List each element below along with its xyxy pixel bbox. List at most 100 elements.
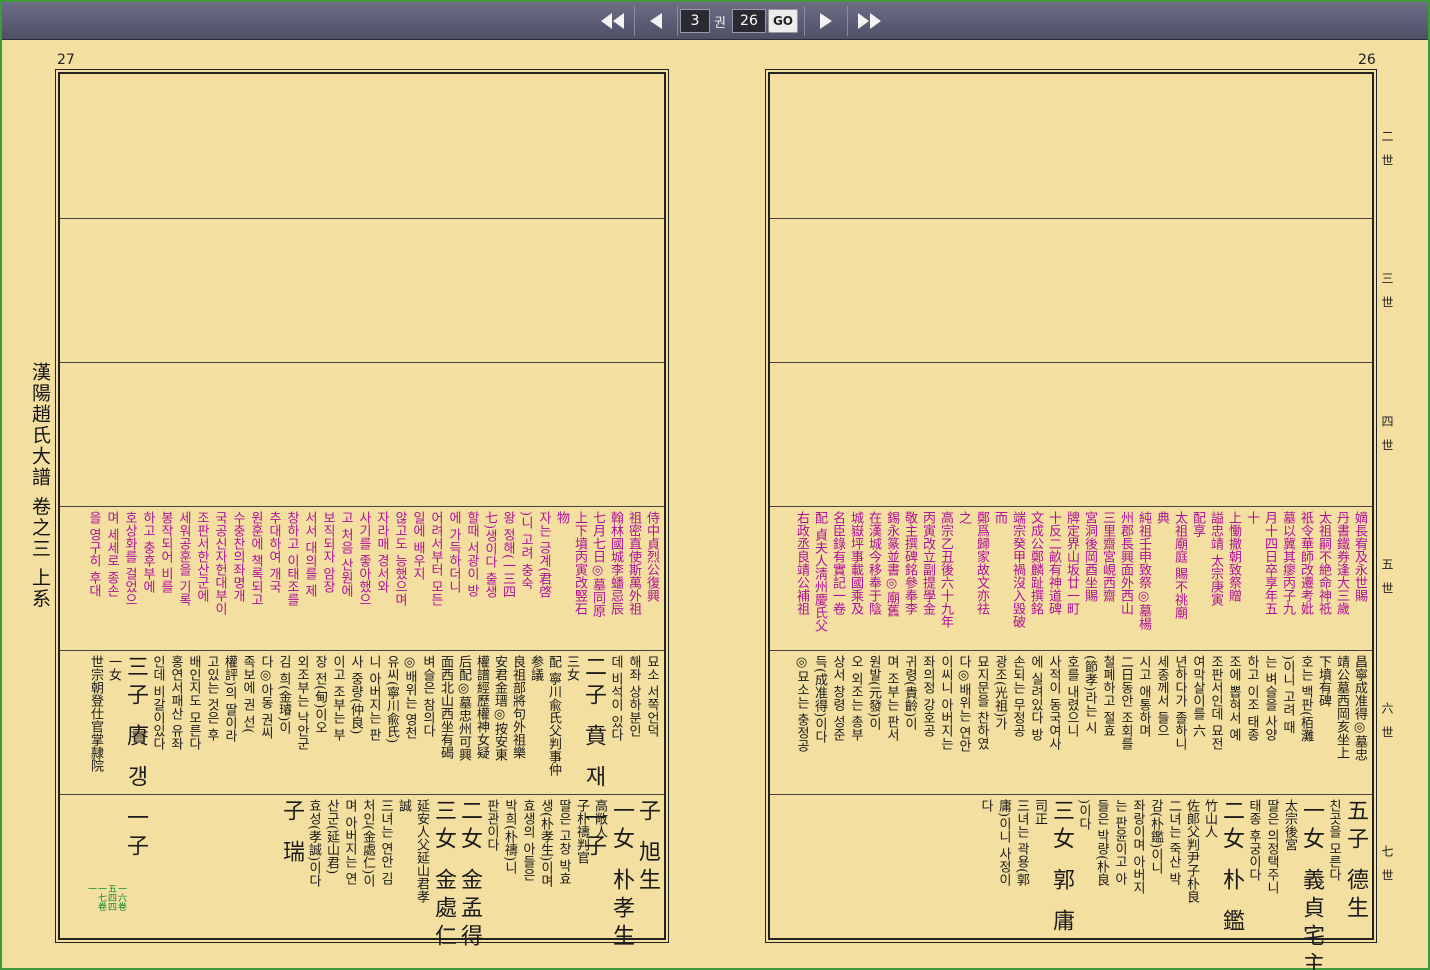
double-chevron-left-icon (601, 13, 624, 29)
right-genealogy-panel: 嫡長宥及永世賜 丹書鐵券逢大三歲 太祖嗣不絶命神祗 祇令華師改遷考妣 墓以冀其瘳丙子九月… (765, 69, 1377, 970)
left-gen6-column: 김 희(金璿)이 (276, 655, 291, 735)
right-gen5-column: 太祖嗣不絶命神祗 (1316, 511, 1331, 615)
right-gen6-column: 昌寧成准得◎墓忠 (1352, 655, 1367, 761)
right-gen5-column: 在漢城今移奉于陰 (866, 511, 881, 615)
right-gen5-column: 謚忠靖 太宗庚寅 (1208, 511, 1223, 607)
right-gen6-column: 득(成准得)이다 (812, 655, 827, 744)
right-gen5-column: 牌定界山坂廿一町 (1064, 511, 1079, 615)
left-gen6-column: 世宗朝登仕官掌隷院 (88, 655, 103, 772)
right-gen7-column: 三녀는 곽용(郭 (1014, 799, 1029, 887)
left-gen5-column: 않고도 능했으며 (392, 511, 407, 607)
right-gen5-column: 錫永篆並書◎廟舊 (884, 511, 899, 617)
left-gen7-column: 子 旭生 (635, 799, 660, 896)
left-gen5-column: 원훈에 책록되고 (248, 511, 263, 607)
right-gen6-text: 昌寧成准得◎墓忠 靖公墓西岡亥坐上 下墳有碑 호는 백판(栢灘)이니 고려 때는 벼슬… (774, 655, 1368, 790)
left-gen5-column: 추대하여 개국 (266, 511, 281, 594)
left-gen6-column: 權評)의 딸이라 (222, 655, 237, 743)
right-gen6-column: 광조(光祖)가 (992, 655, 1007, 731)
left-gen7-column: 高敞人 (592, 799, 607, 838)
right-gen5-column: 文成公鄭麟趾撰銘 (1028, 511, 1043, 615)
left-gen5-column: 자는 긍계(君啓 (536, 511, 551, 599)
right-gen6-column: 에 실려있다 방 (1028, 655, 1043, 742)
left-page-number: 27 (57, 52, 75, 68)
row-gen7: 子 旭生 一女 朴孝生 高敞人 子朴禱判官 딸은 고창 박효 생(朴孝生)이며 효생의 아들… (60, 795, 664, 952)
left-gen5-column: 봉작되어 비를 (158, 511, 173, 594)
right-gen6-column: 며 조부는 판서 (884, 655, 899, 742)
right-gen7-column: 一女 義貞宅主 (1299, 799, 1324, 970)
left-gen7-column: 판관이다 (484, 799, 499, 851)
left-gen6-column: 一女 (106, 655, 121, 681)
left-gen6-column: 三子 賡 갱 一子 (123, 655, 148, 862)
go-button[interactable]: GO (767, 9, 798, 33)
left-gen6-column: 데 비석이 있다 (608, 655, 623, 742)
volume-tag-column: 一六卷 (116, 884, 126, 911)
left-gen5-column: 하고 충후부에 (140, 511, 155, 594)
separator (677, 6, 678, 36)
left-gen6-column: 良祖部將句外祖樂 (510, 655, 525, 759)
right-gen5-column: 名臣錄有實記一卷 (830, 511, 845, 615)
right-gen7-column: 二女 朴 鑑 (1219, 799, 1244, 937)
left-gen5-column: 서서 대의를 제 (302, 511, 317, 598)
chevron-right-icon (819, 13, 832, 29)
right-gen5-column: 宮洞後岡酉坐賜 (1082, 511, 1097, 602)
right-gen5-column: 州郡長興面外西山 (1118, 511, 1133, 615)
left-gen7-column: 산군(延山君) (324, 799, 339, 875)
row-gen3 (60, 219, 664, 363)
right-gen7-column: 좌랑이며 아버지 (1130, 799, 1145, 895)
left-genealogy-panel: 侍中貞烈公復興 祖密直使斯萬外祖 翰林國城李蟠忌辰 七月七日◎墓同原 上下墳丙寅改竪石物… (55, 69, 669, 952)
left-gen5-column: 物 (554, 511, 569, 524)
left-gen7-column: 박희(朴禱)니 (502, 799, 517, 875)
volume-input[interactable]: 3 (680, 9, 710, 33)
gen-label-2: 二 世 (1380, 130, 1394, 170)
left-gen7-column: 생(朴孝生)이며 (538, 799, 553, 888)
left-gen7-column: 효성(孝誠)이다 (306, 799, 321, 888)
right-gen5-column: 高宗乙丑後六十九年 (938, 511, 953, 628)
first-page-button[interactable] (594, 5, 632, 37)
right-gen6-column: 시고 애통하며 (1136, 655, 1151, 738)
prev-page-button[interactable] (637, 5, 675, 37)
left-gen5-column: 侍中貞烈公復興 (644, 511, 659, 602)
left-gen5-column: 수충찬의좌명개 (230, 511, 245, 602)
page-number-input[interactable]: 26 (731, 9, 766, 33)
right-gen5-column: 祇令華師改遷考妣 (1298, 511, 1313, 615)
left-gen6-column: 해좌 상하분인 (626, 655, 641, 738)
left-gen5-column: 사기를 좋아했으 (356, 511, 371, 607)
right-gen7-column: 딸은 의정택주니 (1264, 799, 1279, 895)
right-gen6-column: 下墳有碑 (1316, 655, 1331, 707)
right-gen6-column: 귀령(貴齡)이 (902, 655, 917, 731)
right-gen6-column: 다◎배위는 연안 (956, 655, 971, 753)
right-gen5-column: 敬主撰碑銘參奉李 (902, 511, 917, 615)
left-gen6-column: 이고 조부는 부 (330, 655, 345, 742)
left-gen7-volume-tags: 一六卷 五四四 一七卷一 (86, 884, 126, 934)
volume-tag-column: 五四四 (106, 884, 116, 911)
left-gen6-column: 三女 (564, 655, 579, 681)
left-gen6-column: ◎배위는 영천 (402, 655, 417, 740)
right-gen6-column: 손되는 무정공 (1010, 655, 1025, 738)
right-gen5-column: 城嶽坪事載國乘及 (848, 511, 863, 615)
right-gen6-column: 철폐하고 절효 (1100, 655, 1115, 738)
left-gen5-column: 호상화를 걸었으 (122, 511, 137, 607)
left-gen6-column: 외조부는 낙안군 (294, 655, 309, 751)
left-gen5-column: 일에 배우지 (410, 511, 425, 581)
left-gen6-column: 后配◎墓忠州可興 (456, 655, 471, 761)
left-gen7-column: 一女 朴孝生 (609, 799, 634, 952)
row-gen2 (60, 74, 664, 219)
row-gen3 (770, 219, 1372, 363)
left-gen5-column: 왕 정해(一三四 (500, 511, 515, 599)
right-gen5-column: 純祖壬申致祭◎墓楊 (1136, 511, 1151, 630)
right-gen5-column: 右政丞良靖公補祖 (794, 511, 809, 615)
right-gen7-column: 竹山人 (1202, 799, 1217, 838)
left-gen6-column: 인데 비갈이있다 (150, 655, 165, 751)
right-gen7-column: 二녀는 죽산 박 (1166, 799, 1181, 886)
right-gen6-column: 오 외조는 총부 (848, 655, 863, 742)
left-gen5-column: )니 고려 충숙 (518, 511, 533, 590)
left-gen7-column: 子 瑞 (279, 799, 304, 868)
left-gen5-column: 上下墳丙寅改竪石 (572, 511, 587, 615)
next-page-button[interactable] (807, 5, 845, 37)
left-gen6-column: 安君金瑨◎按安東 (492, 655, 507, 761)
last-page-button[interactable] (850, 5, 888, 37)
left-gen5-column: 국공신자헌대부이 (212, 511, 227, 615)
right-gen7-column: 다 (978, 799, 993, 812)
right-gen5-column: 月十四日卒享年五 (1262, 511, 1277, 615)
volume-unit-label: 권 (714, 15, 726, 31)
